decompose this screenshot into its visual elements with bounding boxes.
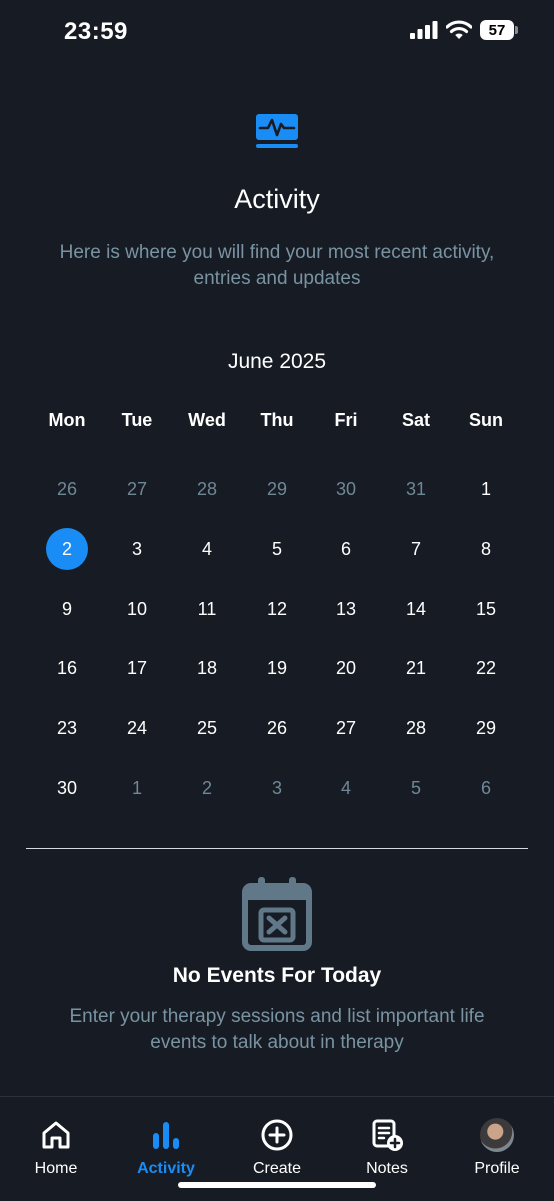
calendar-day[interactable]: 17	[116, 647, 158, 689]
calendar-day[interactable]: 24	[116, 707, 158, 749]
calendar-day[interactable]: 25	[186, 707, 228, 749]
calendar-day[interactable]: 31	[395, 468, 437, 510]
tab-notes[interactable]: Notes	[337, 1118, 437, 1178]
calendar-day[interactable]: 29	[465, 707, 507, 749]
calendar-day[interactable]: 26	[46, 468, 88, 510]
calendar-x-icon	[242, 877, 312, 951]
calendar-day[interactable]: 18	[186, 647, 228, 689]
activity-pulse-icon	[256, 114, 298, 148]
notes-add-icon	[372, 1119, 403, 1151]
tab-notes-label: Notes	[366, 1160, 408, 1177]
calendar-day[interactable]: 4	[325, 767, 367, 809]
tab-home[interactable]: Home	[6, 1118, 106, 1178]
calendar-day[interactable]: 12	[256, 588, 298, 630]
section-divider	[26, 848, 528, 849]
calendar-day[interactable]: 15	[465, 588, 507, 630]
page-subtitle: Here is where you will find your most re…	[59, 242, 495, 289]
calendar-day[interactable]: 3	[116, 528, 158, 570]
calendar-day[interactable]: 30	[325, 468, 367, 510]
empty-state-subtitle: Enter your therapy sessions and list imp…	[69, 1006, 485, 1053]
calendar-day[interactable]: 10	[116, 588, 158, 630]
weekday-label: Tue	[121, 410, 153, 430]
calendar-day[interactable]: 28	[395, 707, 437, 749]
calendar-day[interactable]: 27	[325, 707, 367, 749]
tab-profile-label: Profile	[474, 1160, 520, 1177]
calendar-day[interactable]: 4	[186, 528, 228, 570]
calendar-day[interactable]: 23	[46, 707, 88, 749]
tab-create[interactable]: Create	[227, 1118, 327, 1178]
calendar-day[interactable]: 13	[325, 588, 367, 630]
weekday-label: Sun	[469, 410, 503, 430]
calendar-day[interactable]: 30	[46, 767, 88, 809]
home-indicator	[178, 1182, 376, 1188]
battery-indicator: 57	[480, 20, 518, 40]
calendar-day[interactable]: 3	[256, 767, 298, 809]
calendar-day[interactable]: 16	[46, 647, 88, 689]
cellular-signal-icon	[410, 21, 438, 39]
calendar-day[interactable]: 1	[465, 468, 507, 510]
weekday-label: Mon	[48, 410, 86, 430]
status-time: 23:59	[64, 18, 128, 45]
calendar-day[interactable]: 11	[186, 588, 228, 630]
page-title: Activity	[234, 184, 320, 214]
calendar-day[interactable]: 29	[256, 468, 298, 510]
calendar-day[interactable]: 28	[186, 468, 228, 510]
calendar-day[interactable]: 6	[465, 767, 507, 809]
calendar-day[interactable]: 20	[325, 647, 367, 689]
tab-create-label: Create	[252, 1160, 302, 1177]
tab-activity-label: Activity	[137, 1160, 195, 1177]
home-icon	[42, 1121, 70, 1149]
calendar-day[interactable]: 5	[395, 767, 437, 809]
plus-circle-icon	[261, 1119, 293, 1151]
calendar-day[interactable]: 26	[256, 707, 298, 749]
weekday-label: Fri	[334, 410, 358, 430]
calendar-day[interactable]: 14	[395, 588, 437, 630]
calendar-day[interactable]: 19	[256, 647, 298, 689]
calendar-day[interactable]: 8	[465, 528, 507, 570]
weekday-label: Sat	[401, 410, 430, 430]
empty-state-title: No Events For Today	[172, 964, 382, 987]
calendar-day[interactable]: 7	[395, 528, 437, 570]
bar-chart-icon	[153, 1122, 179, 1149]
weekday-label: Wed	[188, 410, 226, 430]
calendar-day[interactable]: 9	[46, 588, 88, 630]
tab-profile[interactable]: Profile	[447, 1118, 547, 1178]
calendar-day[interactable]: 5	[256, 528, 298, 570]
avatar	[480, 1118, 514, 1152]
status-bar: 23:59 57	[0, 0, 554, 66]
calendar-day-selected[interactable]: 2	[46, 528, 88, 570]
calendar-day[interactable]: 27	[116, 468, 158, 510]
calendar-day[interactable]: 2	[186, 767, 228, 809]
wifi-icon	[446, 20, 472, 39]
calendar-month-label: June 2025	[227, 350, 327, 373]
tab-activity[interactable]: Activity	[116, 1118, 216, 1178]
weekday-label: Thu	[260, 410, 294, 430]
calendar-day[interactable]: 21	[395, 647, 437, 689]
calendar-day[interactable]: 1	[116, 767, 158, 809]
tab-home-label: Home	[34, 1160, 78, 1177]
status-icons: 57	[410, 20, 518, 40]
calendar-day[interactable]: 22	[465, 647, 507, 689]
calendar-day[interactable]: 6	[325, 528, 367, 570]
